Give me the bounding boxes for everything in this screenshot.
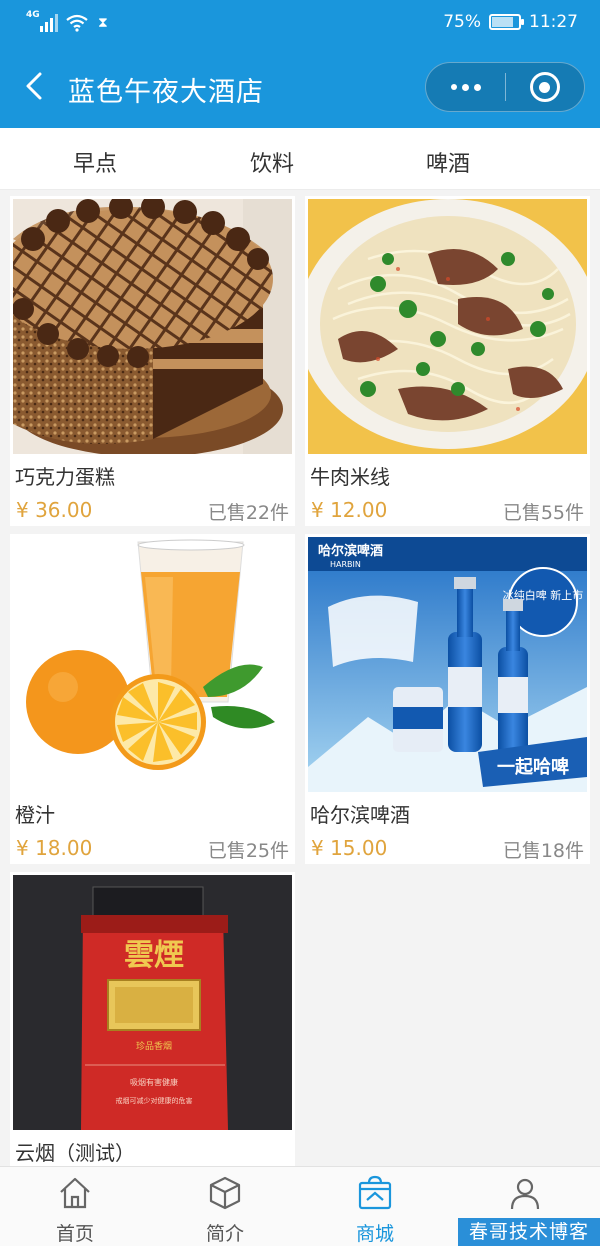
user-icon [510, 1178, 540, 1210]
cube-icon [209, 1176, 241, 1210]
more-dots-icon [450, 84, 457, 90]
tabbar-item-shop[interactable]: 商城 [300, 1167, 450, 1246]
category-tabs: 早点 饮料 啤酒 [0, 128, 600, 190]
product-image-yunyan-cigarettes[interactable]: 雲煙 珍品香烟 吸烟有害健康 戒烟可减少对健康的危害 [13, 875, 292, 1130]
product-name: 哈尔滨啤酒 [310, 803, 410, 827]
chevron-left-icon [26, 72, 42, 100]
product-sold-count: 已售22件 [207, 502, 289, 524]
tab-breakfast[interactable]: 早点 [45, 146, 145, 178]
product-card[interactable]: 橙汁 ¥ 18.00 已售25件 [10, 534, 295, 864]
product-sold-count: 已售55件 [502, 502, 584, 524]
product-image-beef-rice-noodles[interactable] [308, 199, 587, 454]
product-name: 橙汁 [15, 803, 55, 827]
tabbar-label: 商城 [355, 1223, 394, 1245]
tabbar-label: 简介 [205, 1223, 244, 1245]
beer-brand-text: 哈尔滨啤酒 [318, 543, 383, 559]
shop-bag-icon [358, 1175, 392, 1210]
cigarette-warning2-text: 戒烟可减少对健康的危害 [116, 1096, 193, 1105]
product-name: 牛肉米线 [310, 465, 390, 489]
home-icon [60, 1177, 90, 1209]
product-name: 巧克力蛋糕 [15, 465, 115, 489]
product-card[interactable]: 巧克力蛋糕 ¥ 36.00 已售22件 [10, 196, 295, 526]
product-image-orange-juice[interactable] [13, 537, 292, 792]
product-sold-count: 已售25件 [207, 840, 289, 862]
status-bar: 4G ⧗ 75% 11:27 [0, 0, 600, 46]
product-card[interactable]: 牛肉米线 ¥ 12.00 已售55件 [305, 196, 590, 526]
back-button[interactable] [20, 68, 48, 104]
product-card[interactable]: 哈尔滨啤酒 HARBIN 冰纯白啤 新上市 一起哈啤 哈尔滨啤酒 ¥ 15.00… [305, 534, 590, 864]
beer-slogan-text: 一起哈啤 [497, 756, 569, 778]
cigarette-warning1-text: 吸烟有害健康 [130, 1077, 178, 1087]
close-mini-program-button[interactable] [506, 63, 584, 111]
product-name: 云烟（测试） [15, 1141, 135, 1165]
blog-watermark: 春哥技术博客 [458, 1218, 600, 1246]
cigarette-subline-text: 珍品香烟 [136, 1040, 172, 1052]
wifi-icon [66, 14, 88, 32]
cigarette-brand-text: 雲煙 [124, 938, 184, 973]
product-price: ¥ 36.00 [16, 498, 93, 522]
product-price: ¥ 15.00 [311, 836, 388, 860]
mini-program-capsule [425, 62, 585, 112]
product-price: ¥ 12.00 [311, 498, 388, 522]
clock: 11:27 [529, 12, 578, 32]
tabbar-item-intro[interactable]: 简介 [150, 1167, 300, 1246]
page-title: 蓝色午夜大酒店 [68, 77, 264, 108]
tab-beer[interactable]: 啤酒 [398, 146, 498, 178]
battery-percent: 75% [443, 12, 481, 32]
product-price: ¥ 18.00 [16, 836, 93, 860]
product-sold-count: 已售18件 [502, 840, 584, 862]
network-type: 4G [26, 10, 40, 20]
product-image-harbin-beer[interactable]: 哈尔滨啤酒 HARBIN 冰纯白啤 新上市 一起哈啤 [308, 537, 587, 792]
target-close-icon [529, 72, 560, 102]
tabbar-item-home[interactable]: 首页 [0, 1167, 150, 1246]
product-card[interactable]: 雲煙 珍品香烟 吸烟有害健康 戒烟可减少对健康的危害 云烟（测试） [10, 872, 295, 1172]
more-button[interactable] [426, 63, 505, 111]
product-image-chocolate-cake[interactable] [13, 199, 292, 454]
nav-bar: 蓝色午夜大酒店 [0, 46, 600, 128]
battery-icon [489, 14, 524, 30]
tab-drinks[interactable]: 饮料 [222, 146, 322, 178]
tabbar-label: 首页 [55, 1223, 94, 1245]
signal-icon: 4G [26, 10, 58, 32]
beer-brand-en-text: HARBIN [330, 560, 361, 569]
hourglass-icon: ⧗ [98, 15, 108, 31]
